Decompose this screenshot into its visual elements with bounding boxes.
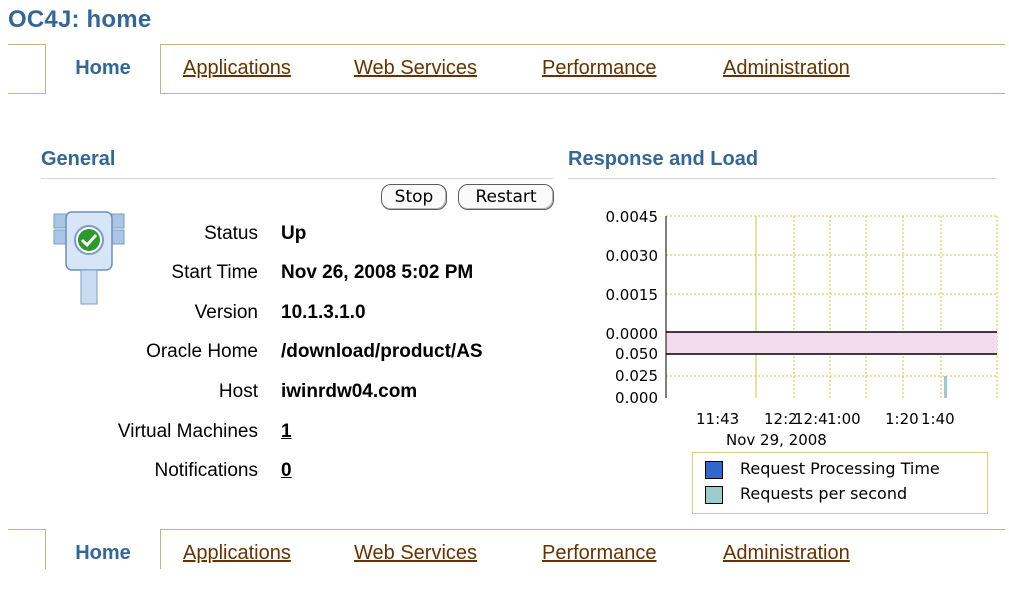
response-load-section-title: Response and Load (568, 148, 759, 170)
x-axis-date: Nov 29, 2008 (726, 431, 827, 449)
restart-button[interactable]: Restart (458, 184, 554, 210)
tab-applications[interactable]: Applications (183, 57, 291, 80)
notifications-link[interactable]: 0 (281, 460, 292, 482)
stop-button[interactable]: Stop (381, 184, 447, 210)
virtual-machines-label: Virtual Machines (117, 421, 258, 442)
response-load-chart: 0.0045 0.0030 0.0015 0.0000 0.050 0.025 … (606, 208, 998, 449)
tab-administration[interactable]: Administration (723, 542, 850, 565)
x-tick: 12:4 (794, 410, 828, 428)
version-value: 10.1.3.1.0 (281, 302, 366, 323)
x-tick: 1:40 (921, 410, 955, 428)
tab-performance[interactable]: Performance (542, 542, 657, 565)
upper-y-tick: 0.0045 (606, 208, 659, 226)
virtual-machines-link[interactable]: 1 (281, 421, 292, 443)
tab-applications[interactable]: Applications (183, 542, 291, 565)
top-tab-bar: Home Applications Web Services Performan… (8, 44, 1005, 104)
general-section-rule (41, 178, 553, 179)
tab-home[interactable]: Home (45, 529, 161, 569)
legend-swatch-requests (705, 486, 723, 504)
page-title: OC4J: home (8, 6, 152, 33)
start-time-label: Start Time (171, 262, 258, 283)
oracle-home-value: /download/product/AS (281, 341, 483, 362)
legend-label: Request Processing Time (740, 459, 940, 478)
host-label: Host (218, 381, 258, 402)
tab-performance[interactable]: Performance (542, 57, 657, 80)
start-time-value: Nov 26, 2008 5:02 PM (281, 262, 474, 283)
upper-y-tick: 0.0015 (606, 286, 659, 304)
x-tick: 1:20 (885, 410, 919, 428)
x-tick: 1:00 (827, 410, 861, 428)
bottom-tab-bar: Home Applications Web Services Performan… (8, 529, 1005, 589)
lower-y-tick: 0.050 (615, 345, 658, 363)
tab-web-services[interactable]: Web Services (354, 57, 477, 80)
status-value: Up (281, 223, 307, 244)
tab-administration[interactable]: Administration (723, 57, 850, 80)
legend-label: Requests per second (740, 484, 908, 503)
tab-web-services[interactable]: Web Services (354, 542, 477, 565)
oracle-home-label: Oracle Home (146, 341, 258, 362)
requests-spike-bar (944, 376, 947, 398)
general-section-title: General (41, 148, 116, 170)
notifications-label: Notifications (154, 460, 259, 481)
status-label: Status (204, 223, 258, 244)
upper-y-tick: 0.0030 (606, 247, 659, 265)
x-tick: 11:43 (696, 410, 739, 428)
lower-y-tick: 0.025 (615, 367, 658, 385)
version-label: Version (194, 302, 258, 323)
processing-time-band (666, 332, 997, 354)
host-value: iwinrdw04.com (281, 381, 418, 402)
tab-home[interactable]: Home (45, 44, 161, 94)
upper-y-tick: 0.0000 (606, 325, 659, 343)
chart-legend: Request Processing Time Requests per sec… (692, 452, 988, 514)
lower-y-tick: 0.000 (615, 389, 658, 407)
x-tick: 12:2 (764, 410, 798, 428)
chart-grid (666, 215, 998, 398)
response-load-section-rule (568, 178, 997, 179)
legend-swatch-processing-time (705, 461, 723, 479)
